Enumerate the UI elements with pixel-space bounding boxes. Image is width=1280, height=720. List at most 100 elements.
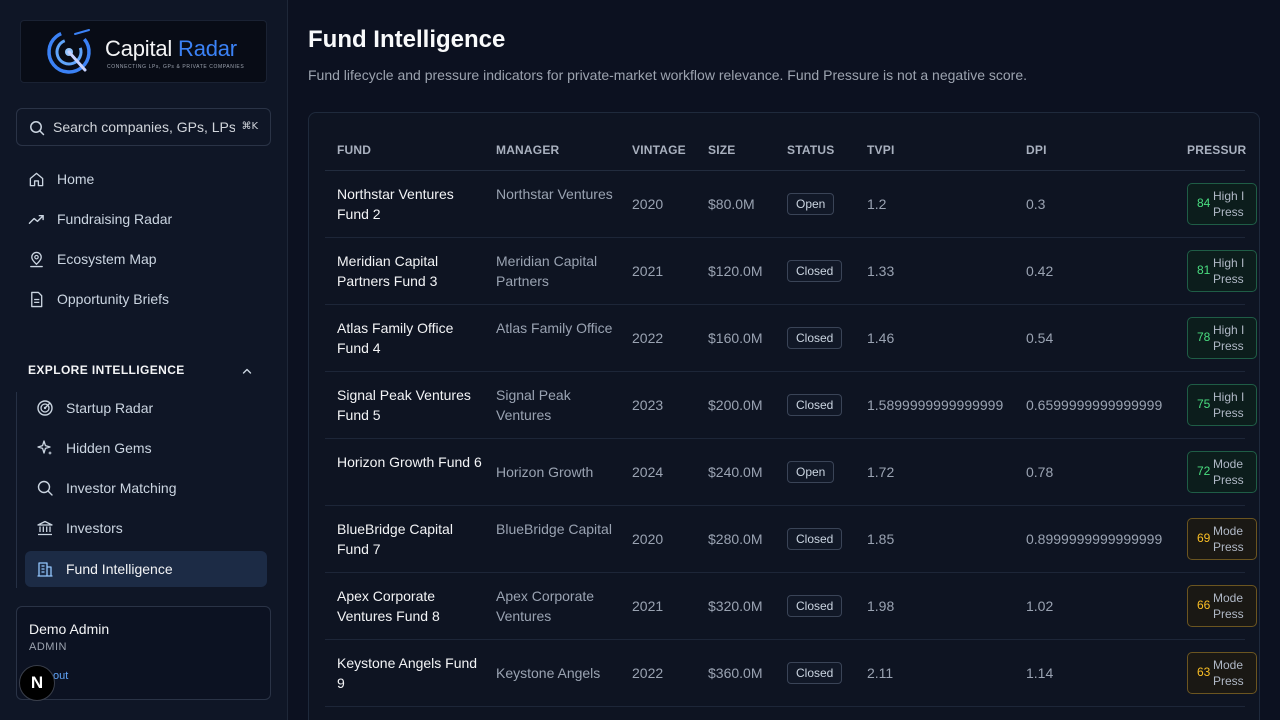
size-value: $360.0M	[708, 665, 763, 681]
tvpi-value: 1.46	[867, 330, 895, 346]
page-subtitle: Fund lifecycle and pressure indicators f…	[308, 67, 1027, 83]
map-pin-icon	[30, 251, 43, 268]
table-row[interactable]: Atlas Family Office Fund 4 Atlas Family …	[325, 305, 1257, 372]
manager-name: Horizon Growth	[496, 464, 594, 480]
table-header: FUND MANAGER VINTAGE SIZE STATUS TVPI DP…	[325, 131, 1246, 171]
fund-name[interactable]: Keystone Angels Fund 9	[337, 653, 487, 693]
manager-name: Keystone Angels	[496, 665, 601, 681]
sparkles-icon	[37, 440, 52, 455]
user-role: ADMIN	[29, 641, 67, 653]
dpi-value: 0.42	[1026, 263, 1054, 279]
manager-name: Meridian Capital Partners	[496, 253, 598, 289]
pressure-label: High I Press	[1213, 256, 1245, 286]
tvpi-value: 1.85	[867, 531, 895, 547]
search-placeholder: Search companies, GPs, LPs	[53, 119, 235, 135]
brand-name: Capital Radar	[105, 36, 237, 61]
search-shortcut: ⌘K	[241, 121, 258, 132]
pressure-label: High I Press	[1213, 189, 1245, 219]
column-header-vintage[interactable]: VINTAGE	[632, 143, 686, 157]
building-icon	[37, 562, 53, 577]
fund-name[interactable]: Apex Corporate Ventures Fund 8	[337, 586, 487, 626]
pressure-score: 78	[1197, 330, 1211, 344]
page-title: Fund Intelligence	[308, 26, 506, 53]
pressure-badge: 81 High I Press	[1187, 250, 1257, 292]
pressure-label: Mode Press	[1213, 457, 1244, 487]
chevron-up-icon[interactable]	[241, 365, 253, 377]
table-row[interactable]: Signal Peak Ventures Fund 5 Signal Peak …	[325, 372, 1257, 439]
fund-name[interactable]: Signal Peak Ventures Fund 5	[337, 385, 487, 425]
column-header-size[interactable]: SIZE	[708, 143, 735, 157]
pressure-badge: 69 Mode Press	[1187, 518, 1257, 560]
column-header-tvpi[interactable]: TVPI	[867, 143, 894, 157]
nav-item-fundraising-radar[interactable]: Fundraising Radar	[16, 201, 271, 237]
sidebar-item-fund-intelligence[interactable]: Fund Intelligence	[25, 551, 267, 587]
fund-name[interactable]: Atlas Family Office Fund 4	[337, 318, 487, 358]
size-value: $240.0M	[708, 464, 763, 480]
pressure-badge: 63 Mode Press	[1187, 652, 1257, 694]
manager-name: Apex Corporate Ventures	[496, 588, 595, 624]
sidebar-item-investor-matching[interactable]: Investor Matching	[25, 470, 267, 506]
search-input[interactable]: Search companies, GPs, LPs ⌘K	[16, 108, 271, 146]
size-value: $160.0M	[708, 330, 763, 346]
status-badge: Open	[787, 193, 835, 215]
sidebar-item-hidden-gems[interactable]: Hidden Gems	[25, 430, 267, 466]
status-badge: Closed	[787, 394, 843, 416]
sidebar-item-investors[interactable]: Investors	[25, 510, 267, 546]
funds-table: FUND MANAGER VINTAGE SIZE STATUS TVPI DP…	[308, 112, 1260, 720]
dpi-value: 0.3	[1026, 196, 1046, 212]
home-icon	[29, 172, 44, 187]
pressure-label: High I Press	[1213, 390, 1245, 420]
tvpi-value: 1.5899999999999999	[867, 397, 1004, 413]
brand-logo[interactable]: Capital Radar CONNECTING LPs, GPs & PRIV…	[20, 20, 267, 83]
fund-name[interactable]: BlueBridge Capital Fund 7	[337, 519, 487, 559]
logout-link[interactable]: out	[53, 670, 68, 682]
column-header-fund[interactable]: FUND	[337, 143, 371, 157]
nav-label: Opportunity Briefs	[57, 291, 170, 307]
table-row[interactable]: Keystone Angels Fund 9 Keystone Angels 2…	[325, 640, 1257, 707]
user-name: Demo Admin	[29, 621, 110, 637]
manager-name: Northstar Ventures	[496, 186, 613, 202]
dpi-value: 1.14	[1026, 665, 1054, 681]
pressure-score: 69	[1197, 531, 1211, 545]
pressure-badge: 66 Mode Press	[1187, 585, 1257, 627]
pressure-score: 84	[1197, 196, 1211, 210]
fund-name[interactable]: Meridian Capital Partners Fund 3	[337, 251, 487, 291]
pressure-badge: 72 Mode Press	[1187, 451, 1257, 493]
pressure-label: Mode Press	[1213, 658, 1244, 688]
table-row[interactable]: Apex Corporate Ventures Fund 8 Apex Corp…	[325, 573, 1257, 640]
pressure-score: 63	[1197, 665, 1211, 679]
status-badge: Open	[787, 461, 835, 483]
table-row[interactable]: Meridian Capital Partners Fund 3 Meridia…	[325, 238, 1257, 305]
dev-tools-badge[interactable]: N	[19, 665, 55, 701]
dpi-value: 0.78	[1026, 464, 1054, 480]
pressure-score: 81	[1197, 263, 1211, 277]
sidebar-item-label: Investors	[66, 520, 123, 536]
tvpi-value: 1.98	[867, 598, 895, 614]
fund-name[interactable]: Horizon Growth Fund 6	[337, 452, 487, 472]
size-value: $280.0M	[708, 531, 763, 547]
nav-item-home[interactable]: Home	[16, 161, 271, 197]
table-row[interactable]: BlueBridge Capital Fund 7 BlueBridge Cap…	[325, 506, 1257, 573]
status-badge: Closed	[787, 528, 843, 550]
dpi-value: 0.6599999999999999	[1026, 397, 1163, 413]
nav-label: Ecosystem Map	[57, 251, 157, 267]
manager-name: Signal Peak Ventures	[496, 387, 571, 423]
nav-item-opportunity-briefs[interactable]: Opportunity Briefs	[16, 281, 271, 317]
manager-name: Atlas Family Office	[496, 320, 613, 336]
nav-item-ecosystem-map[interactable]: Ecosystem Map	[16, 241, 271, 277]
tvpi-value: 1.33	[867, 263, 895, 279]
brand-tagline: CONNECTING LPs, GPs & PRIVATE COMPANIES	[107, 64, 245, 70]
column-header-manager[interactable]: MANAGER	[496, 143, 559, 157]
sidebar-item-startup-radar[interactable]: Startup Radar	[25, 390, 267, 426]
dpi-value: 0.8999999999999999	[1026, 531, 1163, 547]
submenu-rail	[16, 392, 17, 588]
table-row[interactable]: Northstar Ventures Fund 2 Northstar Vent…	[325, 171, 1257, 238]
sidebar-item-label: Fund Intelligence	[66, 561, 173, 577]
table-row[interactable]: Horizon Growth Fund 6 Horizon Growth 202…	[325, 439, 1257, 506]
status-badge: Closed	[787, 662, 843, 684]
column-header-dpi[interactable]: DPI	[1026, 143, 1047, 157]
column-header-status[interactable]: STATUS	[787, 143, 834, 157]
column-header-pressure[interactable]: PRESSUR	[1187, 143, 1246, 157]
explore-section-heading[interactable]: EXPLORE INTELLIGENCE	[28, 363, 185, 377]
fund-name[interactable]: Northstar Ventures Fund 2	[337, 184, 487, 224]
